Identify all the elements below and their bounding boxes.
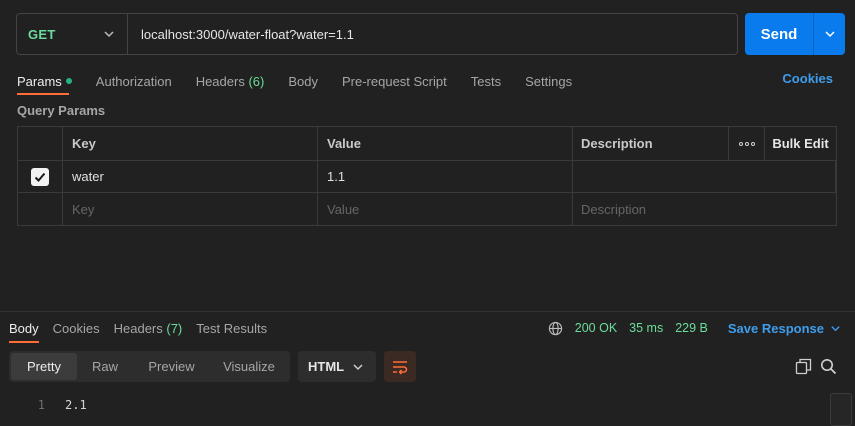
table-header-row: Key Value Description Bulk Edit xyxy=(18,127,836,161)
response-divider[interactable] xyxy=(0,311,855,312)
view-visualize[interactable]: Visualize xyxy=(210,353,288,380)
response-tab-test-results[interactable]: Test Results xyxy=(196,321,267,336)
line-text: 2.1 xyxy=(65,398,87,412)
format-select[interactable]: HTML xyxy=(298,351,376,382)
query-params-title: Query Params xyxy=(17,103,106,118)
response-tab-headers-label: Headers xyxy=(113,320,163,336)
tab-headers-label: Headers xyxy=(195,73,245,89)
more-horizontal-icon xyxy=(738,141,755,146)
more-options-button[interactable] xyxy=(729,127,765,160)
new-description-cell[interactable]: Description xyxy=(573,193,729,225)
tab-body[interactable]: Body xyxy=(288,74,318,89)
checkmark-icon xyxy=(34,172,46,182)
response-active-tab-indicator xyxy=(9,341,39,343)
header-description: Description xyxy=(573,127,729,160)
tab-params-label: Params xyxy=(17,73,62,89)
param-description-cell[interactable] xyxy=(573,161,836,192)
save-response-button[interactable]: Save Response xyxy=(728,321,841,336)
url-input[interactable] xyxy=(128,14,737,54)
response-tab-body[interactable]: Body xyxy=(9,321,39,336)
globe-icon[interactable] xyxy=(548,321,563,336)
wrap-lines-icon xyxy=(393,360,408,375)
view-raw[interactable]: Raw xyxy=(77,353,133,380)
tab-headers-count: (6) xyxy=(248,73,265,89)
param-checkbox[interactable] xyxy=(31,167,49,186)
method-label: GET xyxy=(28,26,56,42)
param-value-cell[interactable]: 1.1 xyxy=(318,161,573,192)
tab-prerequest-script[interactable]: Pre-request Script xyxy=(342,74,447,89)
header-key: Key xyxy=(63,127,318,160)
row-checkbox-cell xyxy=(18,161,63,192)
tab-tests[interactable]: Tests xyxy=(471,74,501,89)
copy-icon[interactable] xyxy=(795,358,812,380)
response-meta: 200 OK 35 ms 229 B Save Response xyxy=(548,318,841,338)
active-tab-indicator xyxy=(17,93,69,95)
response-tab-headers-count: (7) xyxy=(166,320,183,336)
bulk-edit-button[interactable]: Bulk Edit xyxy=(765,127,836,160)
key-placeholder: Key xyxy=(72,201,95,217)
header-value: Value xyxy=(318,127,573,160)
value-placeholder: Value xyxy=(327,201,360,217)
param-key-cell[interactable]: water xyxy=(63,161,318,192)
view-pretty[interactable]: Pretty xyxy=(11,353,77,380)
tab-authorization[interactable]: Authorization xyxy=(96,74,172,89)
tab-settings[interactable]: Settings xyxy=(525,74,572,89)
format-label: HTML xyxy=(308,359,345,374)
wrap-lines-button[interactable] xyxy=(384,351,416,382)
response-tab-cookies[interactable]: Cookies xyxy=(53,321,100,336)
cookies-link[interactable]: Cookies xyxy=(782,71,833,86)
query-params-table: Key Value Description Bulk Edit water 1.… xyxy=(17,126,837,226)
request-tabs: Params Authorization Headers (6) Body Pr… xyxy=(17,70,596,92)
save-response-label: Save Response xyxy=(727,320,824,336)
header-checkbox-cell xyxy=(18,127,63,160)
chevron-down-icon xyxy=(831,325,840,331)
send-button[interactable]: Send xyxy=(745,13,813,55)
description-placeholder: Description xyxy=(581,201,647,217)
params-active-dot xyxy=(65,77,72,84)
tab-params[interactable]: Params xyxy=(17,74,72,89)
table-row: water 1.1 xyxy=(18,161,836,193)
method-select[interactable]: GET xyxy=(17,14,128,54)
scrollbar[interactable] xyxy=(830,393,852,426)
send-options-button[interactable] xyxy=(813,13,845,55)
status-code[interactable]: 200 OK xyxy=(575,321,617,335)
param-value: 1.1 xyxy=(327,169,346,184)
postman-window: GET Send Params Authorization Headers (6… xyxy=(0,0,855,426)
chevron-down-icon xyxy=(353,363,363,370)
response-code-line[interactable]: 1 2.1 xyxy=(0,394,830,416)
param-key: water xyxy=(72,169,104,184)
view-mode-switch: Pretty Raw Preview Visualize xyxy=(9,351,290,382)
empty-checkbox-cell xyxy=(18,193,63,225)
response-tab-headers[interactable]: Headers (7) xyxy=(114,321,183,336)
table-row-empty: Key Value Description xyxy=(18,193,836,225)
response-time[interactable]: 35 ms xyxy=(629,321,663,335)
response-size[interactable]: 229 B xyxy=(675,321,708,335)
bulk-edit-label: Bulk Edit xyxy=(772,136,829,151)
send-button-group: Send xyxy=(745,13,845,55)
request-bar: GET xyxy=(16,13,738,55)
line-number: 1 xyxy=(37,398,45,412)
chevron-down-icon xyxy=(824,31,835,38)
new-value-cell[interactable]: Value xyxy=(318,193,573,225)
chevron-down-icon xyxy=(103,28,115,40)
tab-headers[interactable]: Headers (6) xyxy=(196,74,265,89)
response-tabs: Body Cookies Headers (7) Test Results xyxy=(9,320,281,336)
search-icon[interactable] xyxy=(820,358,837,380)
view-preview[interactable]: Preview xyxy=(133,353,210,380)
new-key-cell[interactable]: Key xyxy=(63,193,318,225)
